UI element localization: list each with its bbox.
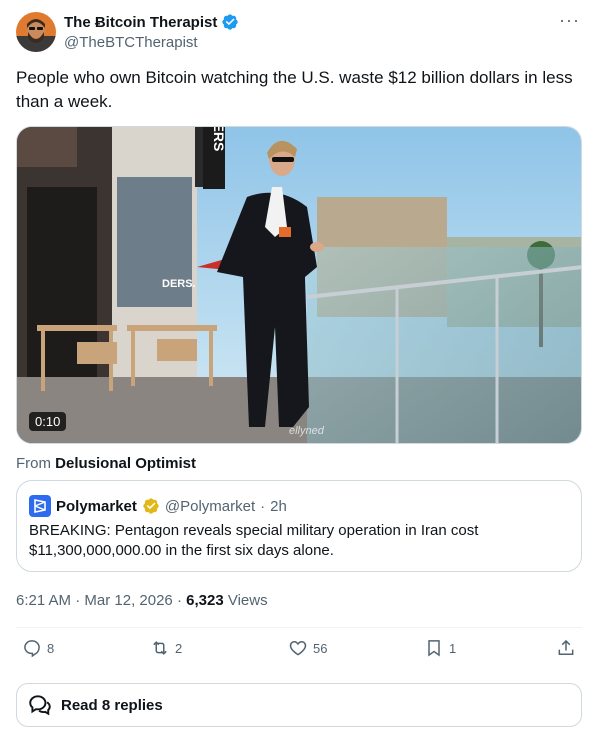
author-handle[interactable]: @TheBTCTherapist bbox=[64, 34, 198, 51]
author-name-row: The Ƀitcoin Therapist bbox=[64, 13, 239, 31]
action-bar: 8 2 56 1 bbox=[16, 638, 582, 666]
media-source-prefix: From bbox=[16, 455, 51, 472]
reply-count: 8 bbox=[47, 640, 55, 656]
bookmark-icon bbox=[428, 640, 440, 657]
verified-badge-icon bbox=[222, 14, 239, 30]
video-frame: ERS DERS. bbox=[17, 127, 581, 443]
more-options-icon[interactable]: ··· bbox=[559, 10, 580, 31]
share-icon bbox=[558, 639, 574, 655]
repost-count: 2 bbox=[175, 640, 183, 656]
tweet-time[interactable]: 6:21 AM bbox=[16, 592, 71, 609]
read-replies-button[interactable]: Read 8 replies bbox=[16, 683, 582, 727]
media-source: From Delusional Optimist bbox=[16, 455, 196, 472]
bookmark-count: 1 bbox=[449, 640, 457, 656]
divider bbox=[16, 627, 582, 628]
quoted-tweet-text: BREAKING: Pentagon reveals special milit… bbox=[29, 522, 479, 559]
repost-button[interactable]: 2 bbox=[150, 638, 182, 658]
reply-button[interactable]: 8 bbox=[22, 638, 54, 658]
meta-separator: · bbox=[75, 592, 81, 609]
author-display-name[interactable]: The Ƀitcoin Therapist bbox=[64, 14, 217, 31]
bookmark-button[interactable]: 1 bbox=[424, 638, 456, 658]
tweet: The Ƀitcoin Therapist @TheBTCTherapist ·… bbox=[0, 0, 598, 737]
quoted-separator: · bbox=[260, 497, 266, 515]
video-duration: 0:10 bbox=[29, 412, 67, 431]
gold-verified-badge-icon bbox=[143, 498, 159, 514]
heart-icon bbox=[289, 640, 307, 656]
tweet-text: People who own Bitcoin watching the U.S.… bbox=[16, 68, 573, 111]
read-replies-label: Read 8 replies bbox=[61, 696, 163, 714]
video-watermark: ellyned bbox=[289, 425, 324, 437]
quoted-author-handle[interactable]: @Polymarket bbox=[165, 498, 255, 515]
like-count: 56 bbox=[313, 640, 328, 656]
media-source-account[interactable]: Delusional Optimist bbox=[55, 455, 196, 472]
chat-bubbles-icon bbox=[29, 695, 51, 716]
repost-icon bbox=[153, 641, 167, 655]
quoted-tweet-header: Polymarket @Polymarket · 2h bbox=[29, 495, 287, 517]
share-button[interactable] bbox=[556, 638, 576, 658]
author-avatar[interactable] bbox=[16, 12, 56, 52]
video-store-text: DERS. bbox=[162, 278, 196, 290]
polymarket-logo-icon bbox=[29, 495, 51, 517]
like-button[interactable]: 56 bbox=[288, 638, 327, 658]
views-count: 6,323 bbox=[186, 592, 224, 609]
quoted-tweet[interactable]: Polymarket @Polymarket · 2h BREAKING: Pe… bbox=[16, 480, 582, 572]
video-sign-text: ERS bbox=[211, 127, 227, 151]
meta-separator: · bbox=[176, 592, 182, 609]
tweet-meta: 6:21 AM · Mar 12, 2026 · 6,323 Views bbox=[16, 592, 268, 609]
quoted-author-name[interactable]: Polymarket bbox=[56, 498, 137, 515]
quoted-time[interactable]: 2h bbox=[270, 498, 287, 515]
views-label: Views bbox=[227, 592, 268, 609]
reply-icon bbox=[24, 640, 40, 658]
tweet-date[interactable]: Mar 12, 2026 bbox=[84, 592, 172, 609]
video-player[interactable]: ERS DERS. 0:10 ellyned bbox=[16, 126, 582, 444]
